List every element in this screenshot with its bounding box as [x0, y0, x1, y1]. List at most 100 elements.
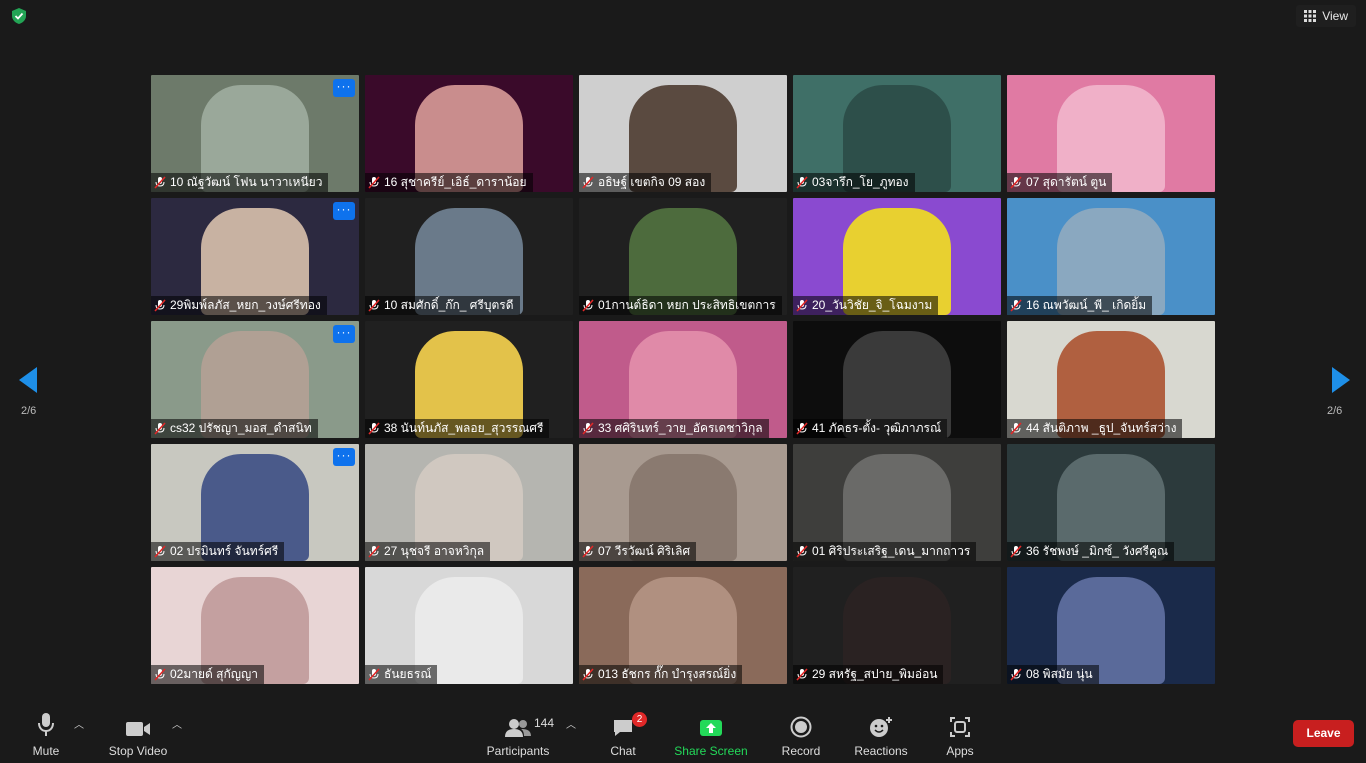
muted-microphone-icon [154, 299, 166, 312]
mute-button[interactable]: Mute [28, 706, 64, 763]
reactions-button[interactable]: Reactions [852, 706, 910, 763]
audio-options-caret-icon[interactable]: ︿ [74, 716, 84, 731]
participant-video-tile[interactable]: 07 วีรวัฒน์ ศิริเลิศ [579, 444, 787, 561]
next-page-arrow-icon[interactable] [1324, 365, 1354, 395]
participant-name-text: 03จารึก_โย_ภูทอง [812, 175, 909, 189]
participant-video-tile[interactable]: ธันยธรณ์ [365, 567, 573, 684]
participant-name-text: 44 สันติภาพ _ธูป_จันทร์สว่าง [1026, 421, 1177, 435]
tile-more-options-button[interactable]: ··· [333, 448, 355, 466]
previous-page-arrow-icon[interactable] [15, 365, 45, 395]
record-label: Record [781, 744, 821, 758]
page-indicator-right: 2/6 [1327, 405, 1343, 417]
microphone-icon [38, 713, 54, 736]
participant-video-tile[interactable]: 013 ธัชกร กั๊ก บำรุงสรณ์ยิ่ง [579, 567, 787, 684]
participant-video-tile[interactable]: 01กานต์ธิดา หยก ประสิทธิเขตการ [579, 198, 787, 315]
meeting-toolbar: Mute ︿ Stop Video ︿ 144 Participants ︿ 2 [0, 706, 1366, 763]
participant-video-tile[interactable]: 16 สุชาครีย์_เอิธ์_ดาราน้อย [365, 75, 573, 192]
participant-name-text: 10 สมศักดิ์_ก๊ก_ ศรีบุตรดี [384, 298, 514, 312]
participant-name-text: 01 ศิริประเสริฐ_เดน_มากถาวร [812, 544, 971, 558]
participant-video-tile[interactable]: 10 สมศักดิ์_ก๊ก_ ศรีบุตรดี [365, 198, 573, 315]
grid-view-icon [1304, 10, 1317, 22]
leave-button[interactable]: Leave [1293, 720, 1354, 747]
muted-microphone-icon [582, 299, 594, 312]
apps-label: Apps [946, 744, 974, 758]
participant-video-tile[interactable]: 44 สันติภาพ _ธูป_จันทร์สว่าง [1007, 321, 1215, 438]
participant-video-tile[interactable]: 27 นุชจรี อาจหวิกุล [365, 444, 573, 561]
security-shield-icon[interactable] [10, 7, 28, 25]
participant-name-text: 27 นุชจรี อาจหวิกุล [384, 544, 485, 558]
muted-microphone-icon [368, 299, 380, 312]
participant-name-label: 44 สันติภาพ _ธูป_จันทร์สว่าง [1007, 419, 1183, 438]
participant-name-label: cs32 ปรัชญา_มอส_ดำสนิท [151, 419, 318, 438]
participant-name-label: 29 สหรัฐ_สปาย_พิมอ่อน [793, 665, 944, 684]
participant-video-tile[interactable]: 29พิมพ์ลภัส_หยก_วงษ์ศรีทอง ··· [151, 198, 359, 315]
record-icon [790, 716, 812, 738]
participants-options-caret-icon[interactable]: ︿ [566, 716, 576, 731]
tile-more-options-button[interactable]: ··· [333, 202, 355, 220]
muted-microphone-icon [1010, 176, 1022, 189]
participant-video-tile[interactable]: 20_วันวิชัย_จิ_โฉมงาม [793, 198, 1001, 315]
share-screen-button[interactable]: Share Screen [674, 706, 748, 763]
participant-name-text: 10 ณัฐวัฒน์ โฟน นาวาเหนียว [170, 175, 323, 189]
participant-video-tile[interactable]: 02 ปรมินทร์ จันทร์ศรี ··· [151, 444, 359, 561]
reactions-label: Reactions [854, 744, 908, 758]
participant-video-tile[interactable]: 08 พิสมัย นุ่น [1007, 567, 1215, 684]
tile-more-options-button[interactable]: ··· [333, 325, 355, 343]
participant-video-tile[interactable]: 02มายด์ สุกัญญา [151, 567, 359, 684]
participant-name-text: 36 รัชพงษ์ _มิกซ์_ วังศรีคูณ [1026, 544, 1169, 558]
muted-microphone-icon [796, 299, 808, 312]
participant-name-text: 33 ศศิรินทร์_วาย_อัครเดชาวิกุล [598, 421, 763, 435]
apps-icon [950, 717, 970, 737]
participant-name-label: 013 ธัชกร กั๊ก บำรุงสรณ์ยิ่ง [579, 665, 743, 684]
participant-name-label: 41 ภัคธร-ตั้ง- วุฒิภาภรณ์ [793, 419, 948, 438]
participant-name-text: 16 สุชาครีย์_เอิธ์_ดาราน้อย [384, 175, 527, 189]
muted-microphone-icon [154, 422, 166, 435]
participant-video-tile[interactable]: อธิษฐ์ เขตกิจ 09 สอง [579, 75, 787, 192]
apps-button[interactable]: Apps [942, 706, 978, 763]
muted-microphone-icon [796, 668, 808, 681]
participant-name-label: 33 ศศิรินทร์_วาย_อัครเดชาวิกุล [579, 419, 769, 438]
participant-name-label: 02มายด์ สุกัญญา [151, 665, 264, 684]
participant-video-tile[interactable]: 29 สหรัฐ_สปาย_พิมอ่อน [793, 567, 1001, 684]
participant-video-tile[interactable]: cs32 ปรัชญา_มอส_ดำสนิท ··· [151, 321, 359, 438]
participant-name-label: 07 สุดารัตน์ ตูน [1007, 173, 1113, 192]
participant-video-tile[interactable]: 38 นันท์นภัส_พลอย_สุวรรณศรี [365, 321, 573, 438]
muted-microphone-icon [154, 545, 166, 558]
participant-name-label: 16 สุชาครีย์_เอิธ์_ดาราน้อย [365, 173, 533, 192]
tile-more-options-button[interactable]: ··· [333, 79, 355, 97]
video-options-caret-icon[interactable]: ︿ [172, 716, 182, 731]
mute-label: Mute [32, 744, 60, 758]
participant-name-label: ธันยธรณ์ [365, 665, 438, 684]
participant-video-tile[interactable]: 41 ภัคธร-ตั้ง- วุฒิภาภรณ์ [793, 321, 1001, 438]
video-gallery-grid: 10 ณัฐวัฒน์ โฟน นาวาเหนียว ··· 16 สุชาครีย… [151, 75, 1215, 684]
participant-video-tile[interactable]: 03จารึก_โย_ภูทอง [793, 75, 1001, 192]
muted-microphone-icon [368, 668, 380, 681]
participant-video-tile[interactable]: 36 รัชพงษ์ _มิกซ์_ วังศรีคูณ [1007, 444, 1215, 561]
participant-name-label: 02 ปรมินทร์ จันทร์ศรี [151, 542, 285, 561]
participant-video-tile[interactable]: 01 ศิริประเสริฐ_เดน_มากถาวร [793, 444, 1001, 561]
muted-microphone-icon [796, 176, 808, 189]
participant-name-text: 01กานต์ธิดา หยก ประสิทธิเขตการ [598, 298, 776, 312]
participants-button[interactable]: 144 Participants [484, 706, 555, 763]
muted-microphone-icon [1010, 422, 1022, 435]
participant-name-text: 02 ปรมินทร์ จันทร์ศรี [170, 544, 279, 558]
muted-microphone-icon [154, 668, 166, 681]
muted-microphone-icon [796, 545, 808, 558]
participant-name-label: 36 รัชพงษ์ _มิกซ์_ วังศรีคูณ [1007, 542, 1175, 561]
chat-label: Chat [610, 744, 636, 758]
participant-video-tile[interactable]: 10 ณัฐวัฒน์ โฟน นาวาเหนียว ··· [151, 75, 359, 192]
muted-microphone-icon [1010, 545, 1022, 558]
participant-video-tile[interactable]: 16 ณพวัฒน์_พี_ เกิดยิ้ม [1007, 198, 1215, 315]
view-label: View [1322, 9, 1348, 23]
participant-name-text: cs32 ปรัชญา_มอส_ดำสนิท [170, 421, 312, 435]
participants-count: 144 [534, 716, 555, 730]
share-screen-label: Share Screen [674, 744, 748, 758]
participant-video-tile[interactable]: 33 ศศิรินทร์_วาย_อัครเดชาวิกุล [579, 321, 787, 438]
participant-name-text: 07 วีรวัฒน์ ศิริเลิศ [598, 544, 691, 558]
chat-button[interactable]: 2 Chat [606, 706, 647, 763]
stop-video-button[interactable]: Stop Video [106, 706, 170, 763]
participant-video-tile[interactable]: 07 สุดารัตน์ ตูน [1007, 75, 1215, 192]
record-button[interactable]: Record [778, 706, 824, 763]
participant-name-text: 38 นันท์นภัส_พลอย_สุวรรณศรี [384, 421, 544, 435]
view-button[interactable]: View [1296, 5, 1356, 27]
